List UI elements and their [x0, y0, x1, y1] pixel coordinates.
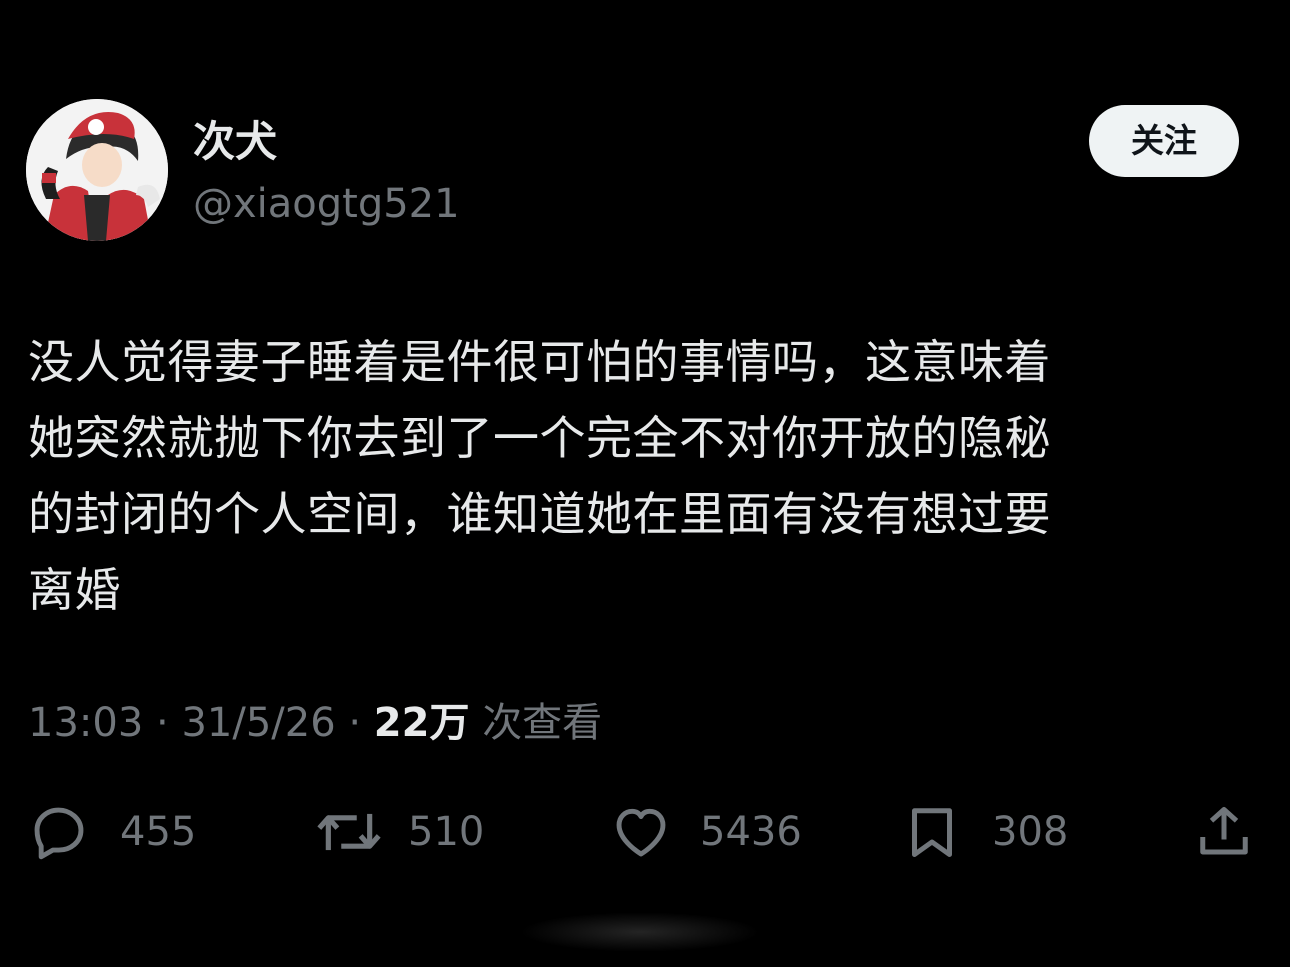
share-button[interactable]: [1194, 796, 1254, 868]
heart-icon: [616, 808, 666, 857]
retweet-icon: [317, 813, 381, 851]
retweet-count: 510: [408, 809, 485, 855]
bookmark-count: 308: [992, 809, 1069, 855]
avatar[interactable]: [26, 99, 168, 241]
reply-count: 455: [120, 809, 197, 855]
like-count: 5436: [700, 809, 802, 855]
views-label: 次查看: [482, 700, 603, 746]
tweet-text: 没人觉得妻子睡着是件很可怕的事情吗，这意味着 她突然就抛下你去到了一个完全不对你…: [28, 324, 1228, 628]
bookmark-icon: [912, 808, 952, 857]
tweet-text-line: 她突然就抛下你去到了一个完全不对你开放的隐秘: [28, 411, 1051, 465]
tweet-date[interactable]: 31/5/26: [181, 700, 335, 746]
avatar-image: [26, 99, 168, 241]
retweet-button[interactable]: 510: [314, 796, 484, 868]
tweet-text-line: 没人觉得妻子睡着是件很可怕的事情吗，这意味着: [28, 335, 1051, 389]
action-bar: 455 510 5436 308: [0, 796, 1290, 868]
meta-separator: ·: [348, 700, 362, 746]
follow-button[interactable]: 关注: [1089, 105, 1239, 177]
tweet-text-line: 离婚: [28, 563, 121, 617]
tweet-time[interactable]: 13:03: [28, 700, 143, 746]
share-icon: [1200, 807, 1248, 855]
meta-separator: ·: [156, 700, 169, 746]
bookmark-button[interactable]: 308: [902, 796, 1068, 868]
tweet-card: 次犬 @xiaogtg521 关注 没人觉得妻子睡着是件很可怕的事情吗，这意味着…: [0, 0, 1290, 967]
tweet-text-line: 的封闭的个人空间，谁知道她在里面有没有想过要: [28, 487, 1051, 541]
tweet-meta: 13:03 · 31/5/26 · 22万 次查看: [28, 695, 602, 751]
like-button[interactable]: 5436: [608, 796, 802, 868]
user-handle[interactable]: @xiaogtg521: [193, 176, 460, 232]
reply-icon: [34, 807, 84, 860]
watermark: [520, 912, 760, 952]
reply-button[interactable]: 455: [28, 796, 196, 868]
display-name[interactable]: 次犬: [193, 114, 277, 170]
views-count[interactable]: 22万: [374, 700, 470, 746]
